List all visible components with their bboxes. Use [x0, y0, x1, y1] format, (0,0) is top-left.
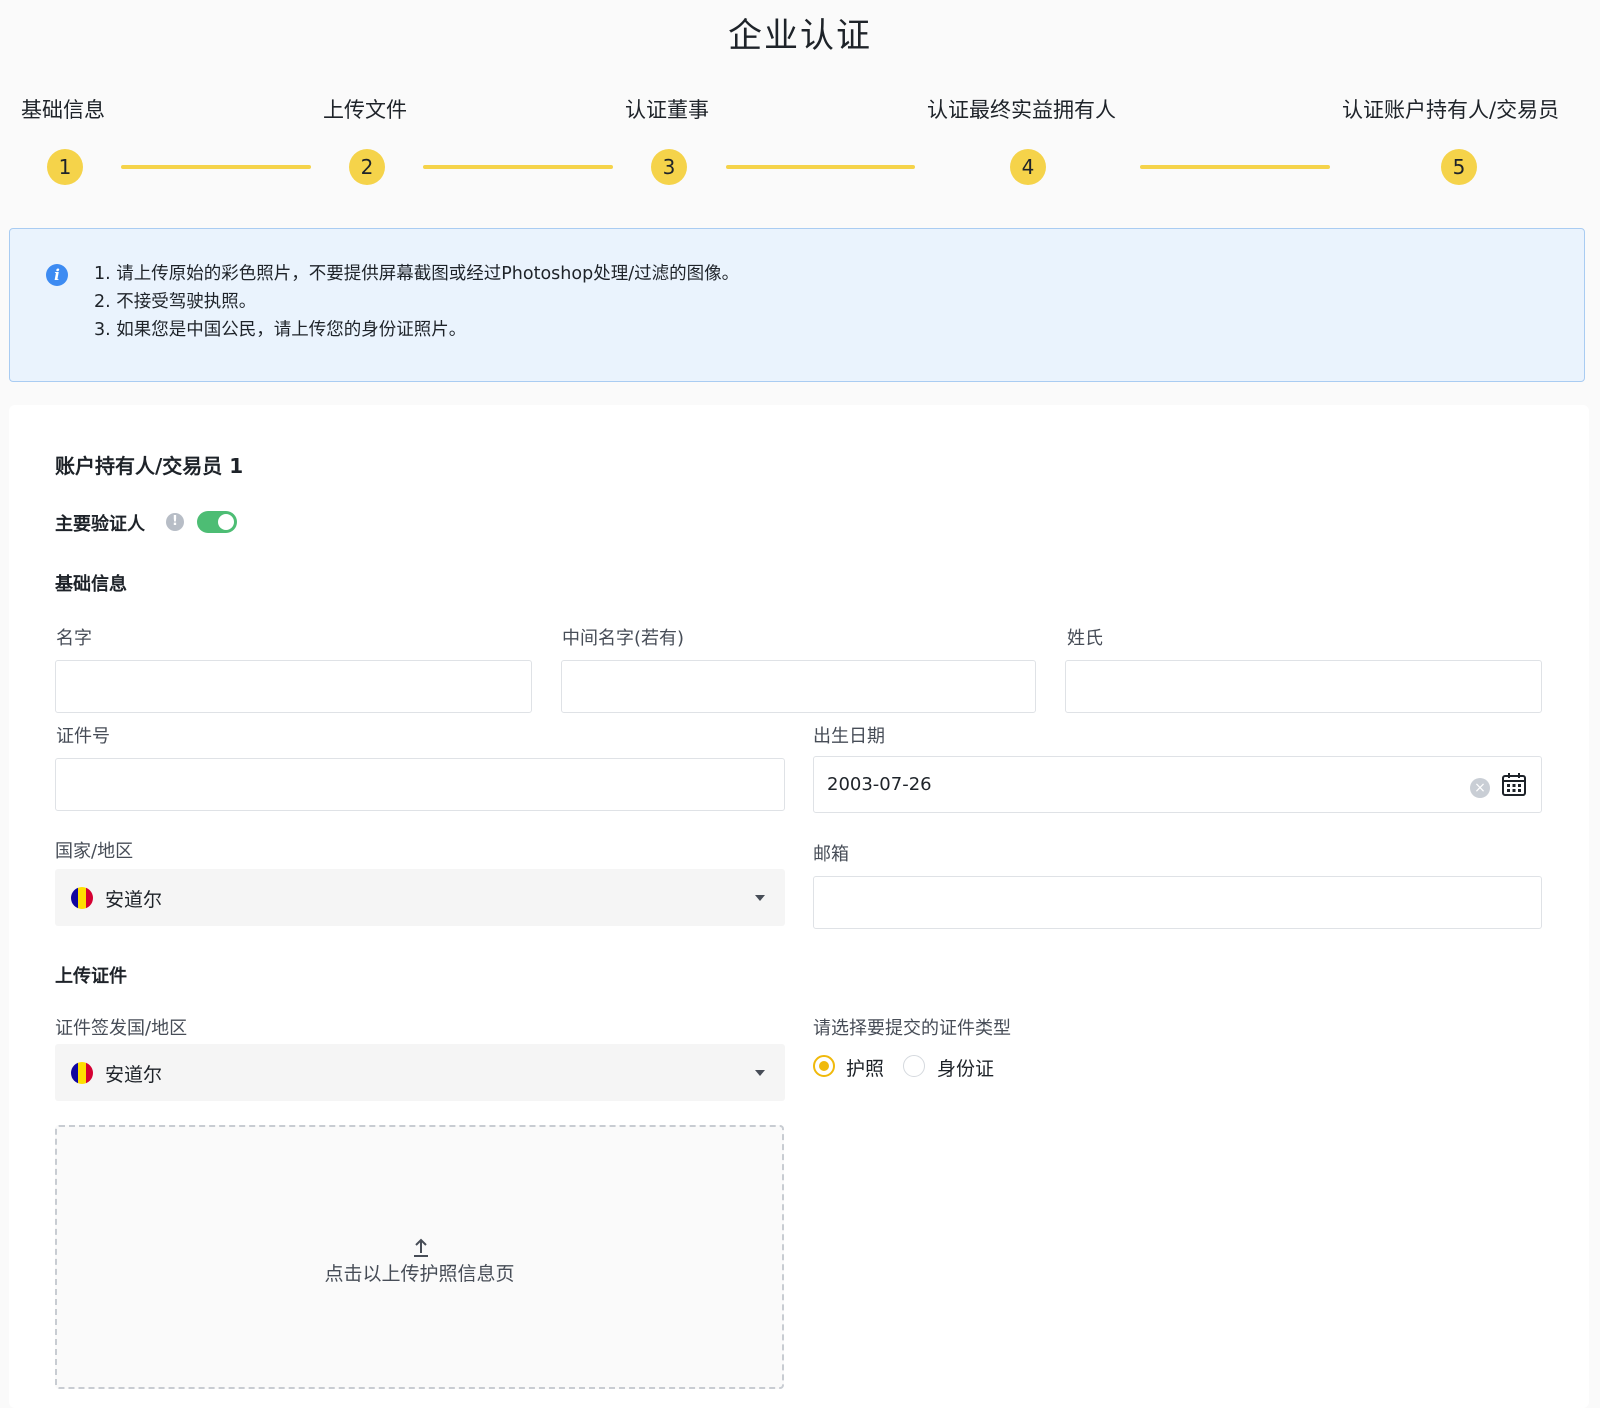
chevron-down-icon — [755, 1070, 765, 1076]
step-label-1[interactable]: 基础信息 — [21, 94, 105, 124]
upload-dropzone[interactable]: 点击以上传护照信息页 — [55, 1125, 784, 1389]
last-name-input[interactable] — [1065, 660, 1542, 713]
exclamation-icon[interactable]: ! — [166, 513, 184, 531]
issuing-country-value: 安道尔 — [105, 1064, 163, 1086]
andorra-flag-icon — [71, 1062, 93, 1084]
birth-date-value: 2003-07-26 — [827, 774, 932, 795]
step-label-4[interactable]: 认证最终实益拥有人 — [927, 94, 1116, 124]
upload-text: 点击以上传护照信息页 — [324, 1263, 515, 1285]
upload-title: 上传证件 — [55, 966, 127, 987]
step-circle-3[interactable]: 3 — [651, 149, 687, 185]
step-circle-4[interactable]: 4 — [1010, 149, 1046, 185]
passport-radio[interactable] — [813, 1055, 835, 1077]
id-number-label: 证件号 — [56, 726, 110, 747]
calendar-icon[interactable] — [1501, 772, 1527, 798]
chevron-down-icon — [755, 895, 765, 901]
country-value: 安道尔 — [105, 889, 163, 911]
id-card-radio[interactable] — [903, 1055, 925, 1077]
step-connector — [423, 165, 613, 169]
country-label: 国家/地区 — [55, 841, 134, 862]
notice-banner: i 1. 请上传原始的彩色照片，不要提供屏幕截图或经过Photoshop处理/过… — [9, 228, 1585, 382]
id-card-label[interactable]: 身份证 — [937, 1054, 994, 1081]
middle-name-label: 中间名字(若有) — [562, 628, 685, 649]
country-select[interactable]: 安道尔 — [55, 869, 785, 926]
primary-verifier-toggle[interactable] — [197, 511, 237, 533]
step-circle-5[interactable]: 5 — [1441, 149, 1477, 185]
andorra-flag-icon — [71, 887, 93, 909]
email-input[interactable] — [813, 876, 1542, 929]
step-connector — [121, 165, 311, 169]
notice-line-3: 3. 如果您是中国公民，请上传您的身份证照片。 — [94, 320, 467, 340]
toggle-knob — [218, 514, 234, 530]
step-connector — [1140, 165, 1330, 169]
section-title: 账户持有人/交易员 1 — [55, 454, 244, 478]
step-connector — [726, 165, 915, 169]
step-circle-2[interactable]: 2 — [349, 149, 385, 185]
first-name-label: 名字 — [56, 628, 92, 649]
clear-icon[interactable]: × — [1470, 778, 1490, 798]
issuing-country-select[interactable]: 安道尔 — [55, 1044, 785, 1101]
email-label: 邮箱 — [813, 844, 849, 865]
passport-label[interactable]: 护照 — [846, 1054, 884, 1081]
doc-type-label: 请选择要提交的证件类型 — [813, 1018, 1011, 1039]
id-number-input[interactable] — [55, 758, 785, 811]
birth-date-label: 出生日期 — [813, 726, 885, 747]
info-icon: i — [46, 264, 68, 286]
step-label-5[interactable]: 认证账户持有人/交易员 — [1342, 94, 1559, 124]
birth-date-input[interactable]: 2003-07-26 × — [813, 756, 1542, 813]
notice-text: 1. 请上传原始的彩色照片，不要提供屏幕截图或经过Photoshop处理/过滤的… — [94, 260, 739, 344]
step-label-3[interactable]: 认证董事 — [625, 94, 709, 124]
notice-line-2: 2. 不接受驾驶执照。 — [94, 292, 257, 312]
first-name-input[interactable] — [55, 660, 532, 713]
step-label-2[interactable]: 上传文件 — [323, 94, 407, 124]
page-title: 企业认证 — [728, 16, 872, 56]
basic-info-title: 基础信息 — [55, 574, 127, 595]
issuing-country-label: 证件签发国/地区 — [55, 1018, 188, 1039]
middle-name-input[interactable] — [561, 660, 1036, 713]
step-circle-1[interactable]: 1 — [47, 149, 83, 185]
notice-line-1: 1. 请上传原始的彩色照片，不要提供屏幕截图或经过Photoshop处理/过滤的… — [94, 264, 740, 284]
last-name-label: 姓氏 — [1067, 628, 1103, 649]
upload-icon — [414, 1238, 428, 1257]
primary-verifier-label: 主要验证人 — [55, 514, 145, 535]
